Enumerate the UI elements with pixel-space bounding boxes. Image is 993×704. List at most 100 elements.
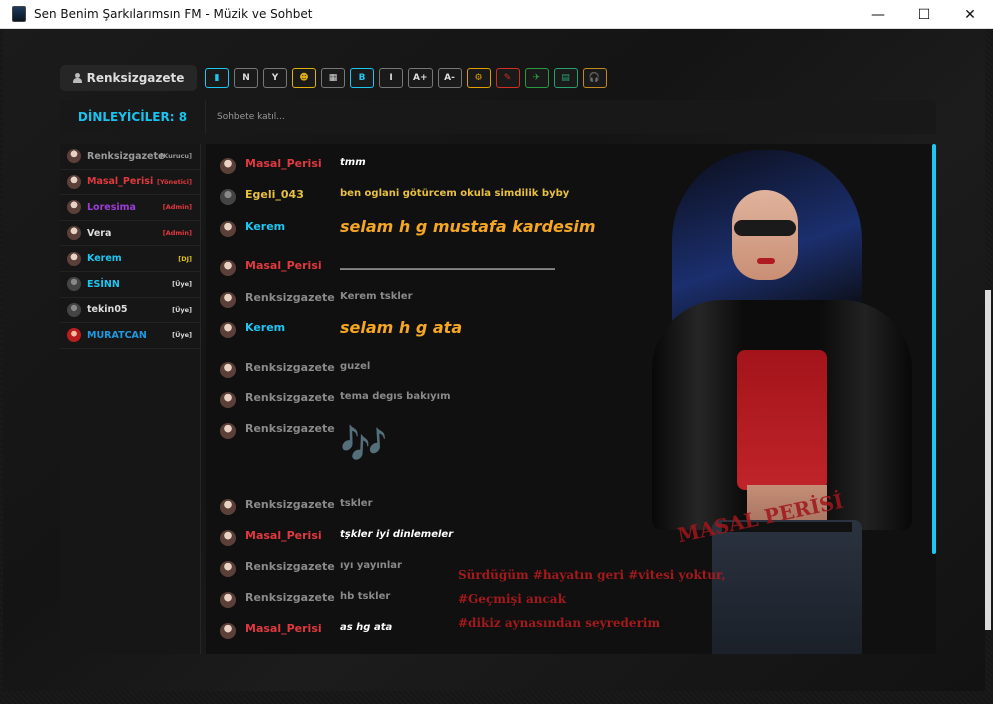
message-text: 🎶	[340, 422, 388, 466]
user-name: Renksizgazete	[87, 150, 165, 162]
message-text: ıyı yayınlar	[340, 560, 402, 571]
bg-quote-line-2: #Geçmişi ancak	[458, 592, 566, 606]
window-scrollbar[interactable]	[985, 290, 991, 630]
avatar	[67, 302, 81, 317]
user-name: Masal_Perisi	[87, 176, 154, 188]
message-author[interactable]: Renksizgazete	[245, 498, 340, 511]
chat-message: Renksizgazete ıyı yayınlar	[220, 560, 402, 577]
toolbar-button-11[interactable]: ✈	[524, 68, 549, 88]
message-author[interactable]: Kerem	[245, 220, 340, 233]
minimize-button[interactable]: —	[855, 0, 901, 29]
toolbar-button-2[interactable]: Y	[263, 68, 287, 88]
chat-message: Masal_Perisi tşkler iyi dinlemeler	[220, 529, 453, 546]
message-author[interactable]: Masal_Perisi	[245, 157, 340, 170]
toolbar-button-3[interactable]: ☻	[292, 68, 316, 88]
avatar	[220, 189, 236, 205]
current-user-tab[interactable]: Renksizgazete	[60, 65, 197, 91]
message-author[interactable]: Renksizgazete	[245, 391, 340, 404]
window-title: Sen Benim Şarkılarımsın FM - Müzik ve So…	[34, 7, 313, 21]
message-author[interactable]: Masal_Perisi	[245, 259, 340, 272]
user-role-badge: [Üye]	[172, 280, 192, 289]
message-text: tmm	[340, 157, 366, 168]
chat-input[interactable]: Sohbete katıl...	[206, 100, 936, 134]
message-author[interactable]: Renksizgazete	[245, 560, 340, 573]
toolbar-button-9[interactable]: ⚙	[466, 68, 491, 88]
message-text: ________________________________________…	[340, 259, 555, 270]
message-text: as hg ata	[340, 622, 393, 633]
user-role-badge: [Kurucu]	[160, 152, 192, 161]
user-row[interactable]: Kerem [DJ]	[60, 246, 200, 272]
user-row[interactable]: ESİNN [Üye]	[60, 272, 200, 298]
app-icon	[12, 6, 26, 22]
bg-quote-line-1: Sürdüğüm #hayatın geri #vitesi yoktur,	[458, 568, 726, 582]
chat-message: Renksizgazete tema degıs bakıyım	[220, 391, 451, 408]
avatar	[67, 200, 81, 215]
chat-message: Masal_Perisi tmm	[220, 157, 366, 174]
message-text: guzel	[340, 361, 371, 372]
user-role-badge: [Üye]	[172, 331, 192, 340]
message-author[interactable]: Renksizgazete	[245, 291, 340, 304]
avatar	[220, 362, 236, 378]
message-author[interactable]: Renksizgazete	[245, 422, 340, 435]
avatar	[67, 328, 81, 343]
chat-message: Masal_Perisi ____________________________…	[220, 259, 555, 276]
window-controls: — ☐ ✕	[855, 0, 993, 29]
toolbar-button-4[interactable]: ▦	[321, 68, 345, 88]
message-text: hb tskler	[340, 591, 391, 602]
message-author[interactable]: Masal_Perisi	[245, 529, 340, 542]
toolbar-button-5[interactable]: B	[350, 68, 374, 88]
user-list: Renksizgazete [Kurucu] Masal_Perisi [Yöneti…	[60, 144, 201, 654]
bg-jeans	[712, 520, 862, 654]
close-button[interactable]: ✕	[947, 0, 993, 29]
message-author[interactable]: Renksizgazete	[245, 361, 340, 374]
toolbar-button-7[interactable]: A+	[408, 68, 433, 88]
user-role-badge: [Admin]	[162, 229, 192, 238]
message-author[interactable]: Kerem	[245, 321, 340, 334]
listeners-count: DİNLEYİCİLER: 8	[60, 100, 206, 134]
chat-area: MASAL PERİSİ Sürdüğüm #hayatın geri #vit…	[206, 144, 936, 654]
chat-message: Renksizgazete tskler	[220, 498, 373, 515]
user-name: Vera	[87, 227, 112, 239]
avatar	[220, 392, 236, 408]
avatar	[220, 260, 236, 276]
toolbar-button-8[interactable]: A-	[437, 68, 462, 88]
message-author[interactable]: Renksizgazete	[245, 591, 340, 604]
bg-sunglasses	[734, 220, 796, 236]
maximize-button[interactable]: ☐	[901, 0, 947, 29]
user-role-badge: [Admin]	[162, 203, 192, 212]
chat-message: Renksizgazete 🎶	[220, 422, 387, 467]
avatar	[220, 158, 236, 174]
toolbar-button-13[interactable]: 🎧	[582, 68, 607, 88]
user-row[interactable]: MURATCAN [Üye]	[60, 323, 200, 349]
message-text: selam h g ata	[340, 318, 463, 337]
message-text: tskler	[340, 498, 373, 509]
toolbar-button-6[interactable]: I	[379, 68, 403, 88]
toolbar-button-1[interactable]: N	[234, 68, 258, 88]
avatar	[220, 322, 236, 338]
toolbar-button-0[interactable]: ▮	[205, 68, 229, 88]
toolbar-button-10[interactable]: ✎	[495, 68, 520, 88]
bg-top	[737, 350, 827, 490]
message-author[interactable]: Egeli_043	[245, 188, 340, 201]
avatar	[67, 277, 81, 292]
format-toolbar: ▮ N Y ☻ ▦ B I A+ A- ⚙ ✎ ✈ ▤ 🎧	[205, 65, 607, 91]
toolbar-button-12[interactable]: ▤	[553, 68, 578, 88]
avatar	[220, 623, 236, 639]
message-text: tema degıs bakıyım	[340, 391, 451, 402]
user-name: Kerem	[87, 253, 122, 265]
chat-scrollbar[interactable]	[931, 144, 936, 654]
main-panel: Renksizgazete ▮ N Y ☻ ▦ B I A+ A- ⚙ ✎ ✈ ▤ 🎧 DİNLEYİCİ…	[60, 60, 936, 654]
user-row[interactable]: Renksizgazete [Kurucu]	[60, 144, 200, 170]
user-row[interactable]: Vera [Admin]	[60, 221, 200, 247]
avatar	[67, 149, 81, 164]
user-row[interactable]: tekin05 [Üye]	[60, 298, 200, 324]
chat-scroll-thumb[interactable]	[932, 144, 936, 554]
user-icon	[72, 73, 82, 83]
chat-message: Masal_Perisi as hg ata	[220, 622, 392, 639]
user-row[interactable]: Loresima [Admin]	[60, 195, 200, 221]
message-text: ben oglani götürcem okula simdilik byby	[340, 188, 570, 199]
user-row[interactable]: Masal_Perisi [Yönetici]	[60, 170, 200, 196]
message-author[interactable]: Masal_Perisi	[245, 622, 340, 635]
app-window: Sen Benim Şarkılarımsın FM - Müzik ve So…	[0, 0, 993, 704]
radio-app: Renksizgazete ▮ N Y ☻ ▦ B I A+ A- ⚙ ✎ ✈ ▤ 🎧 DİNLEYİCİ…	[3, 29, 985, 691]
